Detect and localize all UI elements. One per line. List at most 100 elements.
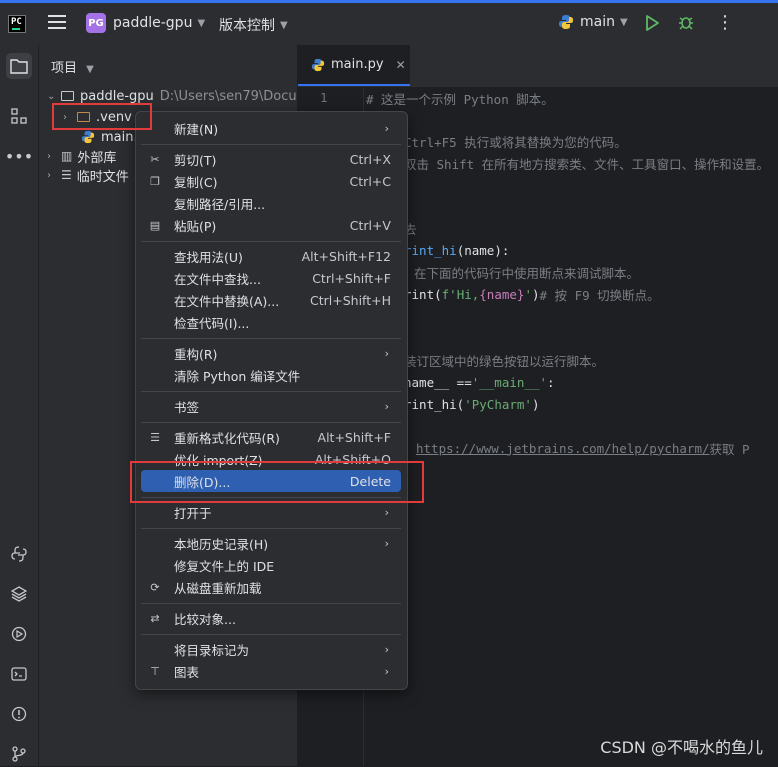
menu-item-reformat-code[interactable]: ☰ 重新格式化代码(R) Alt+Shift+F [141, 426, 401, 448]
panel-title: 项目 [51, 61, 78, 76]
menu-item-find-in-files[interactable]: 在文件中查找... Ctrl+Shift+F [141, 267, 401, 289]
menu-item-cut[interactable]: ✂ 剪切(T) Ctrl+X [141, 148, 401, 170]
menu-item-replace-in-files[interactable]: 在文件中替换(A)... Ctrl+Shift+H [141, 289, 401, 311]
scissors-icon: ✂ [150, 152, 160, 166]
reformat-icon: ☰ [150, 430, 160, 444]
editor-tab-bar: main.py ✕ [298, 45, 778, 88]
python-packages-button[interactable] [6, 541, 32, 567]
code-editor[interactable]: # 这是一个示例 Python 脚本。 Ctrl+F5 执行或将其替换为您的代码… [364, 88, 778, 766]
services-tool-button[interactable] [6, 621, 32, 647]
more-tools-icon[interactable]: ••• [5, 143, 33, 169]
chevron-right-icon: › [384, 536, 389, 550]
chevron-right-icon: › [384, 121, 389, 135]
python-file-icon [311, 58, 325, 71]
services-icon [11, 626, 27, 642]
project-path: D:\Users\sen79\Docu [159, 88, 297, 104]
tool-window-bar: ••• [0, 45, 39, 766]
layers-icon [11, 586, 27, 602]
terminal-tool-button[interactable] [6, 661, 32, 687]
run-config-selector[interactable]: main ▼ [558, 14, 628, 30]
chevron-down-icon: ▼ [197, 17, 206, 29]
git-branch-icon [12, 746, 26, 762]
menu-item-bookmarks[interactable]: 书签 › [141, 395, 401, 417]
menu-item-clean-python-compiled[interactable]: 清除 Python 编译文件 [141, 364, 401, 386]
tree-item-label: 临时文件 [76, 169, 129, 185]
menu-item-copy[interactable]: ❐ 复制(C) Ctrl+C [141, 170, 401, 192]
vcs-menu-label: 版本控制 [219, 18, 275, 34]
reload-icon: ⟳ [150, 580, 160, 594]
paste-icon: ▤ [149, 218, 161, 232]
vcs-menu[interactable]: 版本控制 ▼ [219, 15, 288, 35]
project-name: paddle-gpu [113, 15, 193, 31]
menu-item-inspect-code[interactable]: 检查代码(I)... [141, 311, 401, 333]
main-menu-icon[interactable] [48, 15, 66, 31]
menu-item-reload-from-disk[interactable]: ⟳ 从磁盘重新加载 [141, 576, 401, 598]
tree-item-external-libs[interactable]: › ▥ 外部库 [47, 146, 116, 166]
title-bar: PC PG paddle-gpu ▼ 版本控制 ▼ main ▼ ⋮ [0, 3, 778, 45]
help-link[interactable]: https://www.jetbrains.com/help/pycharm/ [416, 441, 710, 456]
folder-icon [61, 91, 74, 101]
chevron-right-icon: › [384, 399, 389, 413]
close-icon[interactable]: ✕ [396, 58, 406, 72]
git-tool-button[interactable] [6, 741, 32, 767]
menu-separator [141, 528, 401, 529]
scratches-icon: ☰ [61, 168, 72, 182]
menu-separator [141, 603, 401, 604]
structure-icon [11, 108, 27, 124]
python-console-icon [11, 546, 27, 562]
chevron-right-icon: › [47, 150, 51, 162]
chevron-right-icon: › [384, 505, 389, 519]
copy-icon: ❐ [150, 174, 160, 188]
project-switcher[interactable]: PG paddle-gpu ▼ [86, 13, 205, 33]
project-tool-button[interactable] [6, 53, 32, 79]
structure-tool-button[interactable] [6, 103, 32, 129]
chevron-down-icon: ▼ [280, 19, 288, 31]
menu-item-copy-path[interactable]: 复制路径/引用... [141, 192, 401, 214]
terminal-icon [11, 667, 27, 681]
tree-item-label: paddle-gpu [80, 88, 154, 104]
chevron-right-icon: › [47, 169, 51, 181]
menu-item-local-history[interactable]: 本地历史记录(H) › [141, 532, 401, 554]
menu-item-mark-directory-as[interactable]: 将目录标记为 › [141, 638, 401, 660]
problems-icon [11, 706, 27, 722]
tree-item-scratches[interactable]: › ☰ 临时文件 [47, 165, 129, 185]
line-number: 1 [320, 90, 328, 105]
project-panel-header[interactable]: 项目 ▼ [51, 57, 94, 76]
code-line: rint_hi('PyCharm') [404, 396, 540, 412]
menu-separator [141, 144, 401, 145]
debug-button[interactable] [678, 14, 694, 30]
pycharm-logo-icon[interactable]: PC [8, 15, 26, 33]
code-line: Ctrl+F5 执行或将其替换为您的代码。 [404, 134, 627, 150]
annotation-box-venv [52, 103, 152, 130]
chevron-down-icon: ▼ [86, 64, 94, 75]
code-line: 双击 Shift 在所有地方搜索类、文件、工具窗口、操作和设置。 [404, 156, 770, 172]
chevron-down-icon: ⌄ [47, 90, 56, 102]
more-actions-icon[interactable]: ⋮ [716, 12, 734, 33]
folder-icon [10, 59, 28, 74]
run-icon [646, 15, 659, 31]
tab-main-py[interactable]: main.py ✕ [298, 45, 410, 86]
menu-item-repair-ide[interactable]: 修复文件上的 IDE [141, 554, 401, 576]
menu-item-open-in[interactable]: 打开于 › [141, 501, 401, 523]
menu-item-paste[interactable]: ▤ 粘贴(P) Ctrl+V [141, 214, 401, 236]
tab-label: main.py [331, 57, 384, 72]
menu-separator [141, 338, 401, 339]
project-badge: PG [86, 13, 106, 33]
app-logo-text: PC [11, 17, 22, 27]
run-button[interactable] [645, 15, 659, 31]
library-icon: ▥ [61, 149, 73, 163]
code-line: rint_hi (name): [404, 242, 510, 258]
python-file-icon [81, 130, 95, 144]
code-line: https://www.jetbrains.com/help/pycharm/ … [416, 440, 750, 457]
layers-tool-button[interactable] [6, 581, 32, 607]
menu-item-refactor[interactable]: 重构(R) › [141, 342, 401, 364]
menu-item-find-usages[interactable]: 查找用法(U) Alt+Shift+F12 [141, 245, 401, 267]
problems-tool-button[interactable] [6, 701, 32, 727]
menu-item-new[interactable]: 新建(N) › [141, 117, 401, 139]
menu-item-compare-with[interactable]: ⇄ 比较对象... [141, 607, 401, 629]
code-line: 装订区域中的绿色按钮以运行脚本。 [404, 353, 605, 369]
menu-separator [141, 422, 401, 423]
menu-item-diagrams[interactable]: ⊤ 图表 › [141, 660, 401, 682]
menu-separator [141, 241, 401, 242]
watermark: CSDN @不喝水的鱼儿 [600, 738, 763, 757]
